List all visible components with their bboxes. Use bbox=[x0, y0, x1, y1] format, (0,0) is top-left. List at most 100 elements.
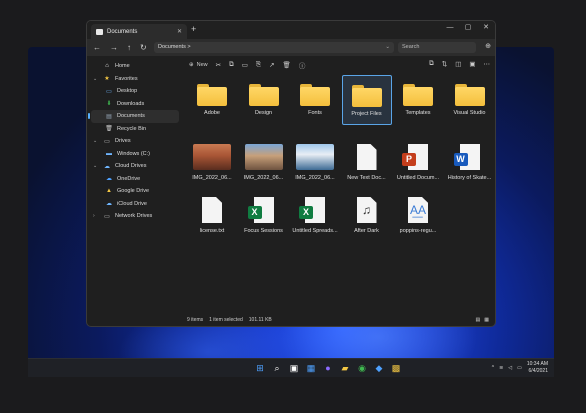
document-icon: P bbox=[402, 144, 428, 170]
taskbar-app-icon[interactable]: ◆ bbox=[373, 362, 385, 374]
forward-arrow-icon[interactable]: → bbox=[110, 43, 118, 52]
sidebar-item[interactable]: ▭ Desktop bbox=[87, 85, 183, 98]
file-name: poppins-regu... bbox=[399, 228, 437, 234]
sidebar-icon: ▲ bbox=[106, 188, 112, 195]
expand-arrow-icon[interactable]: ⌄ bbox=[93, 138, 99, 144]
selection-size: 101.11 KB bbox=[248, 317, 272, 323]
sidebar-item-label: Downloads bbox=[117, 100, 145, 107]
rename-icon[interactable]: ⎘ bbox=[256, 61, 261, 69]
more-options-icon[interactable]: ⋯ bbox=[484, 60, 491, 68]
file-glyph-icon: ♫ bbox=[362, 203, 371, 217]
file-item[interactable]: New Text Doc... bbox=[342, 141, 392, 191]
paste-icon[interactable]: ▭ bbox=[242, 61, 248, 69]
sort-icon[interactable]: ⇅ bbox=[442, 60, 447, 68]
view-icon[interactable]: ⧉ bbox=[429, 60, 434, 68]
taskbar-app-icon[interactable]: ▦ bbox=[305, 362, 317, 374]
preview-pane-icon[interactable]: ▣ bbox=[469, 60, 475, 68]
search-input[interactable]: Search bbox=[398, 42, 476, 53]
file-explorer-window: Documents ✕ + — ▢ ✕ ← → ↑ ↻ Documents > … bbox=[86, 20, 496, 327]
sidebar-item[interactable]: ⌂ Home bbox=[87, 60, 183, 73]
file-item[interactable]: P Untitled Docum... bbox=[393, 141, 443, 191]
sidebar-item[interactable]: ☁ OneDrive bbox=[87, 173, 183, 186]
sidebar-item[interactable]: ⌄ ▭ Drives bbox=[87, 135, 183, 148]
tab-documents[interactable]: Documents ✕ bbox=[91, 24, 187, 39]
back-arrow-icon[interactable]: ← bbox=[93, 43, 101, 52]
file-item[interactable]: Project Files bbox=[341, 75, 392, 125]
file-item[interactable]: Visual Studio bbox=[445, 75, 495, 125]
maximize-button[interactable]: ▢ bbox=[459, 21, 477, 35]
sidebar-icon: ▭ bbox=[104, 213, 110, 220]
new-tab-button[interactable]: + bbox=[191, 24, 196, 34]
file-name: New Text Doc... bbox=[347, 175, 386, 181]
sidebar-item[interactable]: ⌄ ☁ Cloud Drives bbox=[87, 160, 183, 173]
file-name: Fonts bbox=[308, 110, 322, 116]
file-item[interactable]: IMG_2022_06... bbox=[187, 141, 237, 191]
sidebar: ⌂ Home ⌄ ★ Favorites ▭ Desktop ⬇ Downloads ▤ Docum… bbox=[87, 56, 183, 314]
taskbar-app-icon[interactable]: ● bbox=[322, 362, 334, 374]
sidebar-icon: ▬ bbox=[106, 150, 112, 157]
sidebar-item[interactable]: ⬇ Downloads bbox=[87, 98, 183, 111]
sidebar-item[interactable]: ▤ Documents bbox=[88, 110, 179, 123]
sidebar-item[interactable]: ▲ Google Drive bbox=[87, 185, 183, 198]
file-item[interactable]: Design bbox=[239, 75, 289, 125]
file-name: Untitled Spreads... bbox=[292, 228, 338, 234]
sidebar-item[interactable]: 🗑 Recycle Bin bbox=[87, 123, 183, 136]
properties-icon[interactable]: ⓘ bbox=[299, 60, 306, 70]
file-name: Focus Sessions bbox=[244, 228, 283, 234]
file-item[interactable]: X Focus Sessions bbox=[239, 194, 289, 244]
expand-arrow-icon[interactable]: ⌄ bbox=[93, 76, 99, 82]
sidebar-item-label: Google Drive bbox=[117, 188, 150, 195]
file-item[interactable]: W History of Skate... bbox=[445, 141, 495, 191]
taskbar-app-icon[interactable]: ⊞ bbox=[254, 362, 266, 374]
file-item[interactable]: IMG_2022_06... bbox=[290, 141, 340, 191]
close-button[interactable]: ✕ bbox=[477, 21, 495, 35]
address-bar[interactable]: Documents > ⌄ bbox=[154, 42, 394, 53]
file-item[interactable]: IMG_2022_06... bbox=[239, 141, 289, 191]
file-item[interactable]: Templates bbox=[393, 75, 443, 125]
close-tab-icon[interactable]: ✕ bbox=[177, 28, 182, 35]
chevron-down-icon[interactable]: ⌄ bbox=[385, 42, 390, 53]
sidebar-item[interactable]: ☁ iCloud Drive bbox=[87, 198, 183, 211]
refresh-icon[interactable]: ↻ bbox=[140, 43, 147, 52]
taskbar-app-icon[interactable]: ◉ bbox=[356, 362, 368, 374]
sidebar-item[interactable]: › ▭ Network Drives bbox=[87, 210, 183, 223]
details-view-icon[interactable]: ▤ bbox=[476, 314, 481, 326]
tiles-view-icon[interactable]: ▦ bbox=[484, 314, 489, 326]
expand-arrow-icon[interactable]: ⌄ bbox=[93, 163, 99, 169]
file-name: Design bbox=[254, 110, 273, 116]
taskbar-app-icon[interactable]: ▣ bbox=[288, 362, 300, 374]
music-file-icon: ♫ bbox=[356, 197, 377, 223]
battery-icon[interactable]: ▭ bbox=[517, 365, 522, 371]
file-item[interactable]: A͟A poppins-regu... bbox=[393, 194, 443, 244]
copy-icon[interactable]: ⧉ bbox=[229, 61, 234, 69]
new-button[interactable]: ⊕ New bbox=[189, 62, 208, 68]
taskbar-app-icon[interactable]: ▩ bbox=[390, 362, 402, 374]
volume-icon[interactable]: ◁ bbox=[508, 365, 512, 371]
file-item[interactable]: ♫ After Dark bbox=[342, 194, 392, 244]
cut-icon[interactable]: ✂ bbox=[216, 61, 221, 69]
sidebar-icon: ★ bbox=[104, 76, 110, 83]
sidebar-icon: ☁ bbox=[106, 201, 112, 208]
minimize-button[interactable]: — bbox=[441, 21, 459, 35]
sidebar-item[interactable]: ▬ Windows (C:) bbox=[87, 148, 183, 161]
file-name: Templates bbox=[405, 110, 431, 116]
layout-icon[interactable]: ◫ bbox=[455, 60, 461, 68]
folder-icon bbox=[403, 84, 433, 106]
taskbar-app-icon[interactable]: ⌕ bbox=[271, 362, 283, 374]
file-item[interactable]: Fonts bbox=[290, 75, 340, 125]
up-arrow-icon[interactable]: ↑ bbox=[127, 43, 131, 52]
file-item[interactable]: Adobe bbox=[187, 75, 237, 125]
wifi-icon[interactable]: ≋ bbox=[499, 365, 503, 371]
clock[interactable]: 10:34 AM 6/4/2021 bbox=[527, 361, 548, 375]
taskbar-app-icon[interactable]: ▰ bbox=[339, 362, 351, 374]
file-item[interactable]: X Untitled Spreads... bbox=[290, 194, 340, 244]
tray-overflow-icon[interactable]: ^ bbox=[492, 365, 494, 371]
file-item[interactable]: license.txt bbox=[187, 194, 237, 244]
sidebar-item-label: Cloud Drives bbox=[115, 163, 147, 170]
expand-arrow-icon[interactable]: › bbox=[93, 213, 99, 219]
delete-icon[interactable]: 🗑 bbox=[283, 61, 291, 69]
share-icon[interactable]: ↗ bbox=[269, 61, 274, 69]
settings-icon[interactable]: ⊕ bbox=[485, 42, 491, 50]
sidebar-item[interactable]: ⌄ ★ Favorites bbox=[87, 73, 183, 86]
title-bar[interactable]: Documents ✕ + — ▢ ✕ bbox=[87, 21, 495, 39]
